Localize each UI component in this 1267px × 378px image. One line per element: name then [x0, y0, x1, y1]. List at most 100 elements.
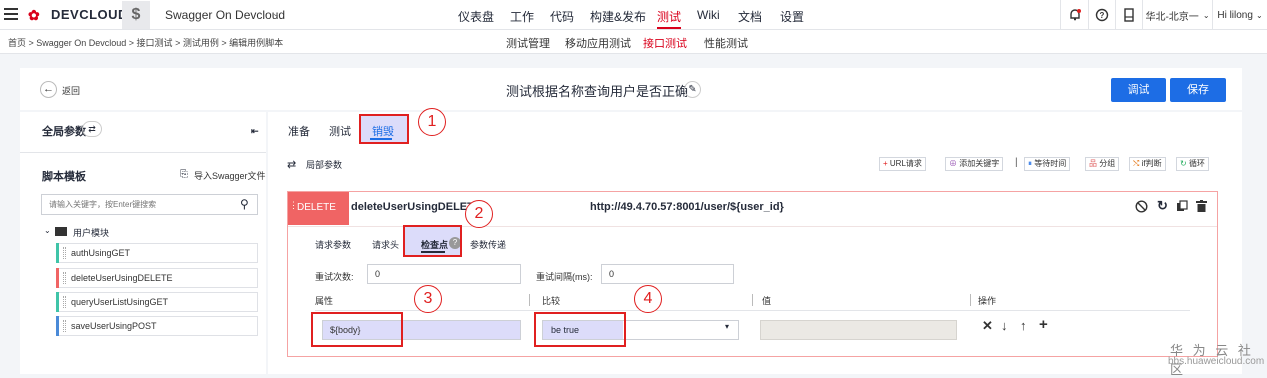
toolbar-divider: |	[1015, 157, 1018, 168]
tab-test[interactable]: 测试	[329, 123, 351, 139]
project-selector[interactable]: Swagger On Devcloud	[165, 8, 285, 22]
bell-icon[interactable]	[1060, 0, 1088, 30]
subnav-api-test[interactable]: 接口测试	[643, 35, 687, 51]
local-params-label[interactable]: 局部参数	[306, 158, 342, 171]
help-icon[interactable]: ?	[1088, 0, 1115, 30]
import-icon[interactable]: ⎘	[180, 169, 188, 180]
branch-icon: ⤭	[1133, 159, 1142, 168]
add-keyword-button[interactable]: ⊕ 添加关键字	[945, 157, 1004, 171]
group-button[interactable]: 品 分组	[1085, 157, 1120, 171]
template-item-label: authUsingGET	[71, 248, 131, 258]
search-icon[interactable]: ⚲	[240, 197, 249, 211]
wait-time-button[interactable]: ⏸ 等待时间	[1024, 157, 1071, 171]
nav-docs[interactable]: 文档	[738, 8, 762, 25]
folder-label[interactable]: 用户模块	[73, 226, 109, 239]
chevron-down-icon: ⌄	[1202, 10, 1210, 20]
retry-count-input[interactable]	[367, 264, 521, 284]
annotation-callout: 1	[418, 108, 446, 136]
tab-prepare[interactable]: 准备	[288, 123, 310, 139]
drag-handle-icon[interactable]	[63, 320, 66, 332]
annotation-callout: 3	[414, 285, 442, 313]
tablet-icon[interactable]	[1115, 0, 1142, 30]
method-label: DELETE	[297, 202, 336, 213]
add-row-icon[interactable]: +	[1039, 316, 1048, 333]
chevron-down-icon[interactable]: ⌄	[272, 8, 280, 19]
template-item[interactable]: authUsingGET	[56, 243, 258, 263]
user-menu[interactable]: Hi lilong ⌄	[1212, 0, 1267, 30]
subnav-performance-test[interactable]: 性能测试	[704, 35, 748, 51]
nav-settings[interactable]: 设置	[780, 8, 804, 25]
nav-active-indicator	[657, 27, 681, 29]
sub-bar: 首页 > Swagger On Devcloud > 接口测试 > 测试用例 >…	[0, 30, 1267, 54]
drag-handle-icon[interactable]	[63, 296, 66, 308]
drag-handle-icon[interactable]	[63, 247, 66, 259]
template-item[interactable]: saveUserUsingPOST	[56, 316, 258, 336]
edit-pencil-icon[interactable]: ✎	[684, 81, 701, 98]
template-item-label: deleteUserUsingDELETE	[71, 273, 173, 283]
request-name[interactable]: deleteUserUsingDELETE	[351, 201, 481, 213]
nav-build[interactable]: 构建&发布	[590, 8, 646, 25]
wait-time-label: 等待时间	[1034, 159, 1067, 168]
template-item[interactable]: deleteUserUsingDELETE	[56, 268, 258, 288]
global-params-label[interactable]: 全局参数	[42, 123, 86, 139]
brand-logo[interactable]: ✿ DEVCLOUD	[28, 7, 128, 22]
annotation-box	[311, 312, 403, 347]
move-up-icon[interactable]: ↑	[1020, 318, 1027, 333]
tab-request-params[interactable]: 请求参数	[315, 238, 351, 251]
nav-code[interactable]: 代码	[550, 8, 574, 25]
swap-icon[interactable]: ⇄	[287, 158, 296, 171]
drag-handle-icon[interactable]	[63, 272, 66, 284]
region-label: 华北-北京一	[1145, 11, 1199, 23]
nav-work[interactable]: 工作	[510, 8, 534, 25]
debug-button[interactable]: 调试	[1111, 78, 1166, 102]
refresh-icon[interactable]: ↻	[1157, 198, 1168, 214]
brand-name: DEVCLOUD	[51, 7, 128, 22]
chevron-down-icon[interactable]: ⌄	[44, 226, 51, 235]
back-link[interactable]: 返回	[62, 84, 80, 97]
annotation-callout: 2	[465, 200, 493, 228]
template-item[interactable]: queryUserListUsingGET	[56, 292, 258, 312]
tab-param-passing[interactable]: 参数传递	[470, 238, 506, 251]
breadcrumb[interactable]: 首页 > Swagger On Devcloud > 接口测试 > 测试用例 >…	[8, 36, 283, 49]
retry-interval-input[interactable]	[601, 264, 734, 284]
user-name: Hi lilong	[1217, 9, 1253, 21]
tab-request-headers[interactable]: 请求头	[372, 238, 399, 251]
nav-wiki[interactable]: Wiki	[697, 8, 720, 22]
loop-button[interactable]: ↻ 循环	[1176, 157, 1209, 171]
template-search-input[interactable]	[41, 194, 258, 215]
menu-icon[interactable]	[4, 8, 18, 20]
save-button[interactable]: 保存	[1170, 78, 1226, 102]
swap-icon[interactable]: ⇄	[82, 121, 102, 137]
copy-icon[interactable]	[1176, 200, 1188, 215]
import-swagger-link[interactable]: 导入Swagger文件	[194, 169, 266, 182]
region-selector[interactable]: 华北-北京一 ⌄	[1142, 0, 1212, 30]
collapse-panel-icon[interactable]: ⇤	[251, 126, 259, 137]
url-request-button[interactable]: + URL请求	[879, 157, 926, 171]
value-input-disabled	[760, 320, 957, 340]
column-compare: 比较	[542, 296, 561, 306]
url-request-label: URL请求	[889, 159, 922, 168]
request-url[interactable]: http://49.4.70.57:8001/user/${user_id}	[590, 201, 784, 213]
nav-test[interactable]: 测试	[657, 8, 681, 25]
caret-down-icon[interactable]: ▾	[725, 322, 729, 331]
script-template-label: 脚本模板	[42, 171, 86, 183]
back-arrow-icon[interactable]: ←	[40, 81, 57, 98]
subnav-mobile-test[interactable]: 移动应用测试	[565, 35, 631, 51]
add-keyword-label: 添加关键字	[959, 159, 1000, 168]
if-label: if判断	[1141, 159, 1162, 168]
group-icon: 品	[1089, 159, 1100, 168]
remove-row-icon[interactable]: ✕	[982, 318, 993, 334]
retry-interval-label: 重试间隔(ms):	[536, 272, 593, 282]
nav-dashboard[interactable]: 仪表盘	[458, 8, 494, 25]
if-button[interactable]: ⤭ if判断	[1129, 157, 1166, 171]
subnav-test-management[interactable]: 测试管理	[506, 35, 550, 51]
disable-icon[interactable]	[1135, 200, 1148, 216]
column-actions: 操作	[978, 296, 997, 306]
watermark-url: bbs.huaweicloud.com	[1168, 356, 1265, 367]
retry-count-label: 重试次数:	[315, 272, 354, 282]
trash-icon[interactable]	[1196, 200, 1207, 215]
annotation-box	[359, 114, 409, 144]
column-attribute: 属性	[315, 296, 334, 306]
page-title: 测试根据名称查询用户是否正确	[506, 84, 689, 99]
move-down-icon[interactable]: ↓	[1001, 318, 1008, 333]
